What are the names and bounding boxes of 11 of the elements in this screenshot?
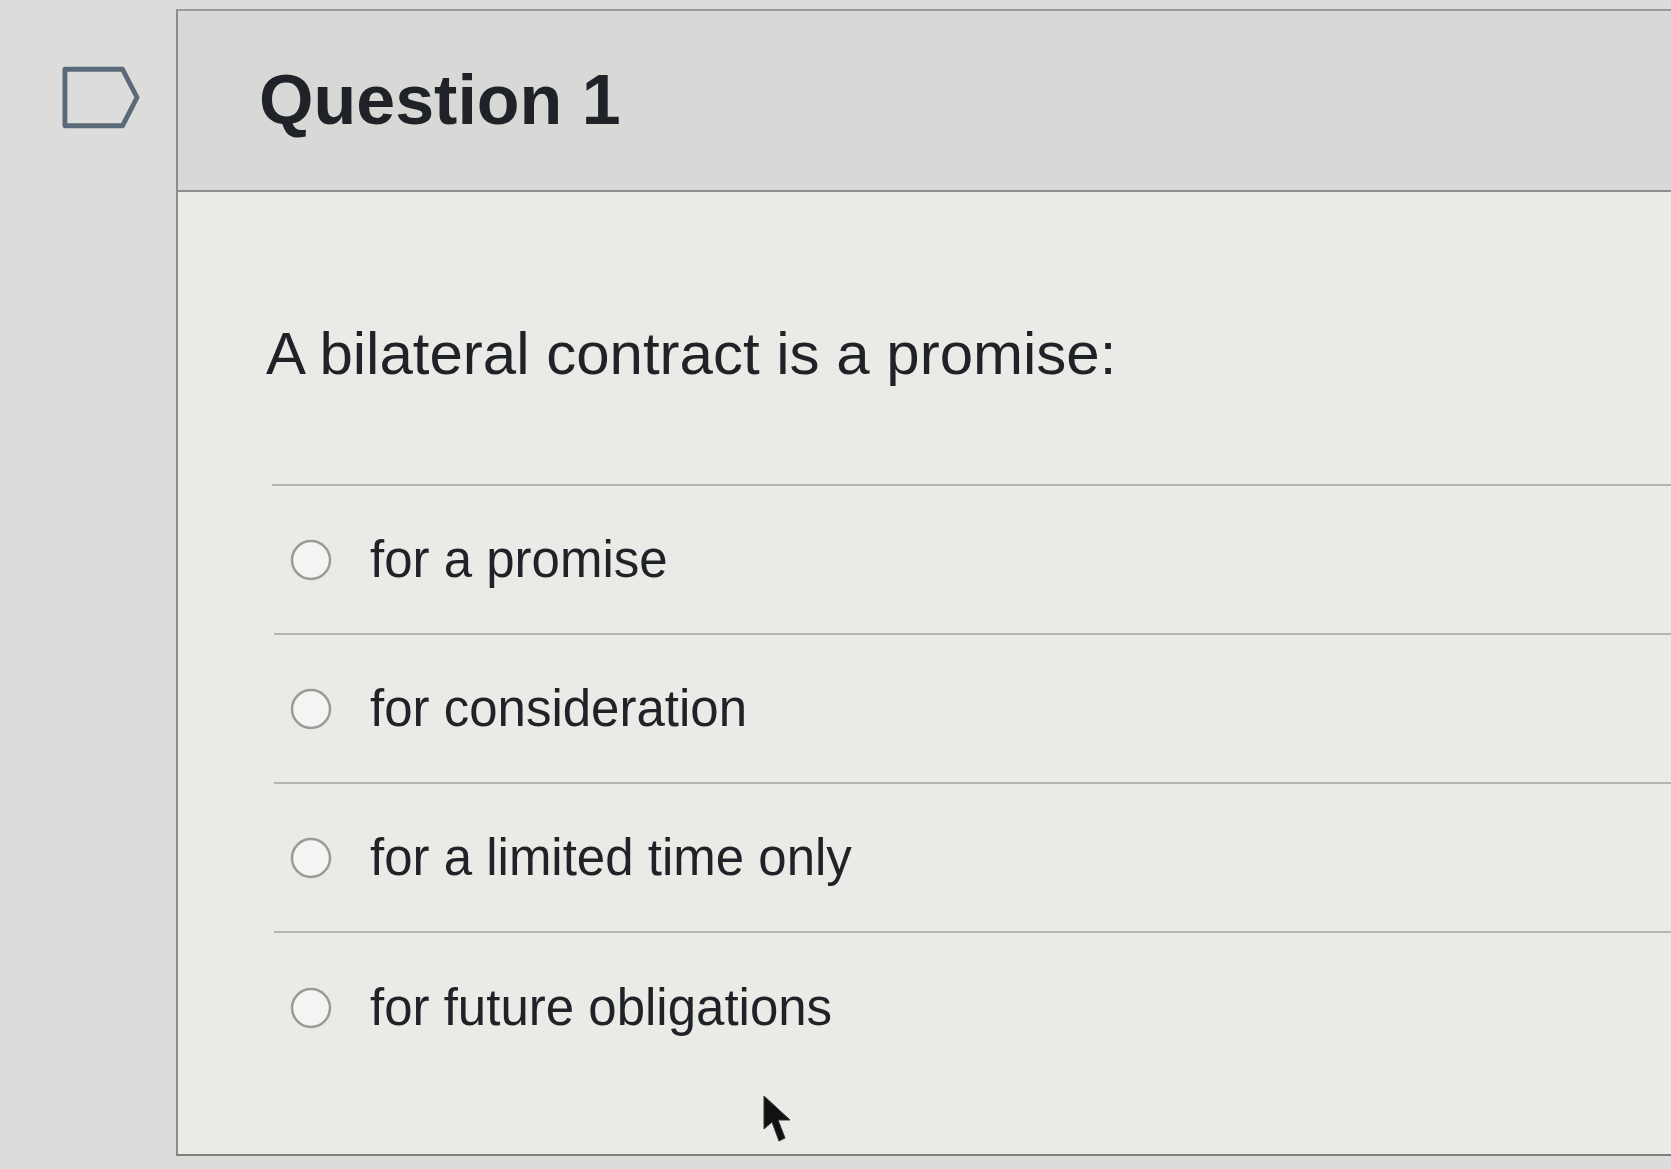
option-label: for a promise	[370, 529, 668, 590]
radio-button[interactable]	[290, 538, 332, 581]
radio-button[interactable]	[290, 687, 332, 730]
option-label: for a limited time only	[370, 827, 852, 888]
option-label: for consideration	[370, 678, 748, 739]
option-label: for future obligations	[370, 977, 833, 1038]
question-prompt: A bilateral contract is a promise:	[266, 319, 1117, 389]
flag-icon[interactable]	[62, 66, 140, 129]
radio-button[interactable]	[290, 986, 332, 1029]
radio-button[interactable]	[290, 836, 332, 879]
question-title: Question 1	[259, 60, 621, 141]
